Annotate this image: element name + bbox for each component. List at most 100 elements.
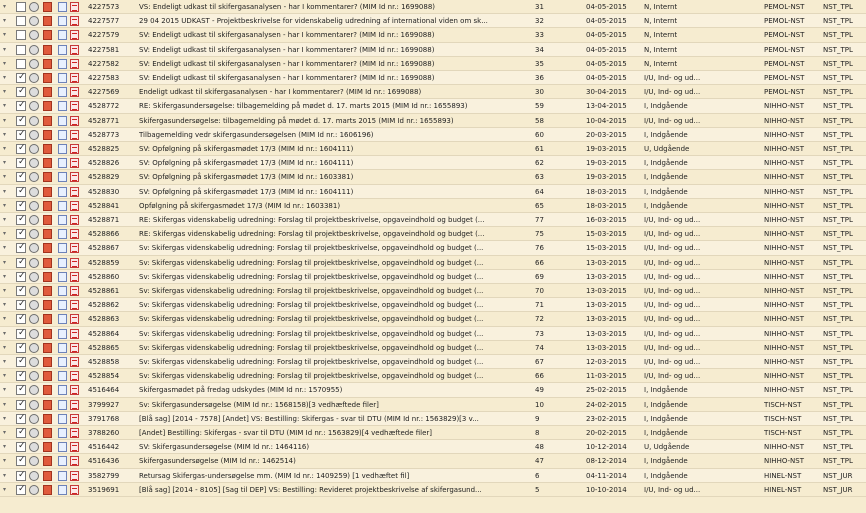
expand-arrow-icon[interactable]: ▾ — [3, 387, 9, 393]
table-row[interactable]: ▾ 4528862 Sv: Skifergas videnskabelig udre… — [0, 298, 866, 313]
expand-arrow-icon[interactable]: ▾ — [3, 415, 9, 422]
row-checkbox[interactable] — [16, 356, 26, 367]
expand-arrow-icon[interactable]: ▾ — [3, 401, 9, 408]
expand-arrow-icon[interactable]: ▾ — [3, 188, 9, 195]
pdf-icon[interactable] — [70, 342, 79, 353]
expand-arrow-icon[interactable]: ▾ — [3, 231, 9, 237]
flag-icon[interactable] — [43, 158, 52, 169]
row-checkbox[interactable] — [16, 16, 26, 27]
row-checkbox[interactable] — [16, 242, 26, 254]
row-checkbox[interactable] — [16, 30, 26, 41]
document-icon[interactable] — [58, 271, 67, 282]
expand-arrow-icon[interactable]: ▾ — [3, 75, 9, 81]
expand-arrow-icon[interactable]: ▾ — [3, 46, 9, 53]
document-icon[interactable] — [58, 371, 67, 382]
row-checkbox[interactable] — [16, 157, 26, 169]
pdf-icon[interactable] — [70, 172, 79, 183]
document-icon[interactable] — [58, 200, 67, 211]
flag-icon[interactable] — [43, 442, 52, 453]
document-title[interactable]: SV: Endeligt udkast til skifergasanalyse… — [139, 71, 517, 85]
flag-icon[interactable] — [43, 243, 52, 254]
expand-arrow-icon[interactable]: ▾ — [3, 316, 9, 322]
table-row[interactable]: ▾ 4528871 RE: Skifergas videnskabelig udre… — [0, 213, 866, 228]
document-icon[interactable] — [58, 413, 67, 424]
pdf-icon[interactable] — [70, 257, 79, 268]
flag-icon[interactable] — [43, 144, 52, 154]
expand-arrow-icon[interactable]: ▾ — [3, 330, 9, 337]
pdf-icon[interactable] — [70, 16, 79, 27]
document-title[interactable]: Skifergasmødet på fredag udskydes (MIM I… — [139, 383, 517, 397]
flag-icon[interactable] — [43, 115, 52, 126]
pdf-icon[interactable] — [70, 73, 79, 83]
flag-icon[interactable] — [43, 215, 52, 225]
table-row[interactable]: ▾ 4528854 Sv: Skifergas videnskabelig udre… — [0, 369, 866, 384]
row-checkbox[interactable] — [16, 257, 26, 268]
pdf-icon[interactable] — [70, 243, 79, 254]
pdf-icon[interactable] — [70, 357, 79, 367]
document-icon[interactable] — [58, 385, 67, 396]
flag-icon[interactable] — [43, 101, 52, 112]
document-title[interactable]: Sv: Skifergas videnskabelig udredning: F… — [139, 284, 517, 298]
row-checkbox[interactable] — [16, 72, 26, 83]
row-checkbox[interactable] — [16, 58, 26, 69]
pdf-icon[interactable] — [70, 200, 79, 211]
row-checkbox[interactable] — [16, 200, 26, 211]
document-icon[interactable] — [58, 58, 67, 69]
table-row[interactable]: ▾ 4516442 SV: Skifergasundersøgelse (MIM I… — [0, 440, 866, 455]
row-checkbox[interactable] — [16, 427, 26, 438]
flag-icon[interactable] — [43, 413, 52, 424]
pdf-icon[interactable] — [70, 44, 79, 55]
expand-arrow-icon[interactable]: ▾ — [3, 458, 9, 464]
pdf-icon[interactable] — [70, 314, 79, 325]
flag-icon[interactable] — [43, 271, 52, 282]
flag-icon[interactable] — [43, 2, 52, 12]
table-row[interactable]: ▾ 3788260 [Andet] Bestilling: Skifergas - … — [0, 426, 866, 441]
flag-icon[interactable] — [43, 186, 52, 197]
pdf-icon[interactable] — [70, 484, 79, 495]
flag-icon[interactable] — [43, 172, 52, 183]
flag-icon[interactable] — [43, 314, 52, 325]
document-title[interactable]: Sv: Skifergas videnskabelig udredning: F… — [139, 270, 517, 284]
document-icon[interactable] — [58, 44, 67, 55]
document-icon[interactable] — [58, 456, 67, 467]
row-checkbox[interactable] — [16, 115, 26, 126]
pdf-icon[interactable] — [70, 456, 79, 467]
expand-arrow-icon[interactable]: ▾ — [3, 32, 9, 38]
table-row[interactable]: ▾ 3799927 Sv: Skifergasundersøgelse (MIM I… — [0, 398, 866, 412]
table-row[interactable]: ▾ 4528860 Sv: Skifergas videnskabelig udre… — [0, 269, 866, 284]
document-icon[interactable] — [58, 229, 67, 240]
expand-arrow-icon[interactable]: ▾ — [3, 288, 9, 294]
flag-icon[interactable] — [43, 385, 52, 396]
document-icon[interactable] — [58, 215, 67, 225]
document-title[interactable]: SV: Endeligt udkast til skifergasanalyse… — [139, 57, 517, 71]
document-title[interactable]: [Andet] Bestilling: Skifergas - svar til… — [139, 426, 517, 440]
document-title[interactable]: SV: Endeligt udkast til skifergasanalyse… — [139, 43, 517, 57]
document-title[interactable]: Opfølgning på skifergasmødet 17/3 (MIM I… — [139, 199, 517, 213]
flag-icon[interactable] — [43, 371, 52, 382]
table-row[interactable]: ▾ 4528771 Skifergasundersøgelse: tilbageme… — [0, 114, 866, 128]
pdf-icon[interactable] — [70, 158, 79, 169]
document-title[interactable]: [Blå sag] [2014 - 7578] [Andet] VS: Best… — [139, 412, 517, 426]
document-icon[interactable] — [58, 342, 67, 353]
document-title[interactable]: RE: Skifergas videnskabelig udredning: F… — [139, 227, 517, 241]
table-row[interactable]: ▾ 4528866 RE: Skifergas videnskabelig udre… — [0, 227, 866, 242]
document-icon[interactable] — [58, 428, 67, 438]
expand-arrow-icon[interactable]: ▾ — [3, 273, 9, 280]
document-title[interactable]: RE: Skifergas videnskabelig udredning: F… — [139, 213, 517, 227]
table-row[interactable]: ▾ 4528861 Sv: Skifergas videnskabelig udre… — [0, 284, 866, 299]
flag-icon[interactable] — [43, 470, 52, 481]
document-title[interactable]: Sv: Skifergas videnskabelig udredning: F… — [139, 241, 517, 255]
table-row[interactable]: ▾ 4528859 Sv: Skifergas videnskabelig udre… — [0, 256, 866, 270]
expand-arrow-icon[interactable]: ▾ — [3, 359, 9, 365]
flag-icon[interactable] — [43, 328, 52, 339]
document-title[interactable]: Endeligt udkast til skifergasanalysen - … — [139, 85, 517, 99]
row-checkbox[interactable] — [16, 299, 26, 311]
document-title[interactable]: Sv: Skifergas videnskabelig udredning: F… — [139, 256, 517, 270]
expand-arrow-icon[interactable]: ▾ — [3, 430, 9, 436]
document-icon[interactable] — [58, 172, 67, 183]
document-title[interactable]: Skifergasundersøgelse (MIM Id nr.: 14625… — [139, 454, 517, 468]
row-checkbox[interactable] — [16, 484, 26, 495]
table-row[interactable]: ▾ 4516464 Skifergasmødet på fredag udskyde… — [0, 383, 866, 398]
row-checkbox[interactable] — [16, 370, 26, 382]
table-row[interactable]: ▾ 4528772 RE: Skifergasundersøgelse: tilba… — [0, 99, 866, 114]
